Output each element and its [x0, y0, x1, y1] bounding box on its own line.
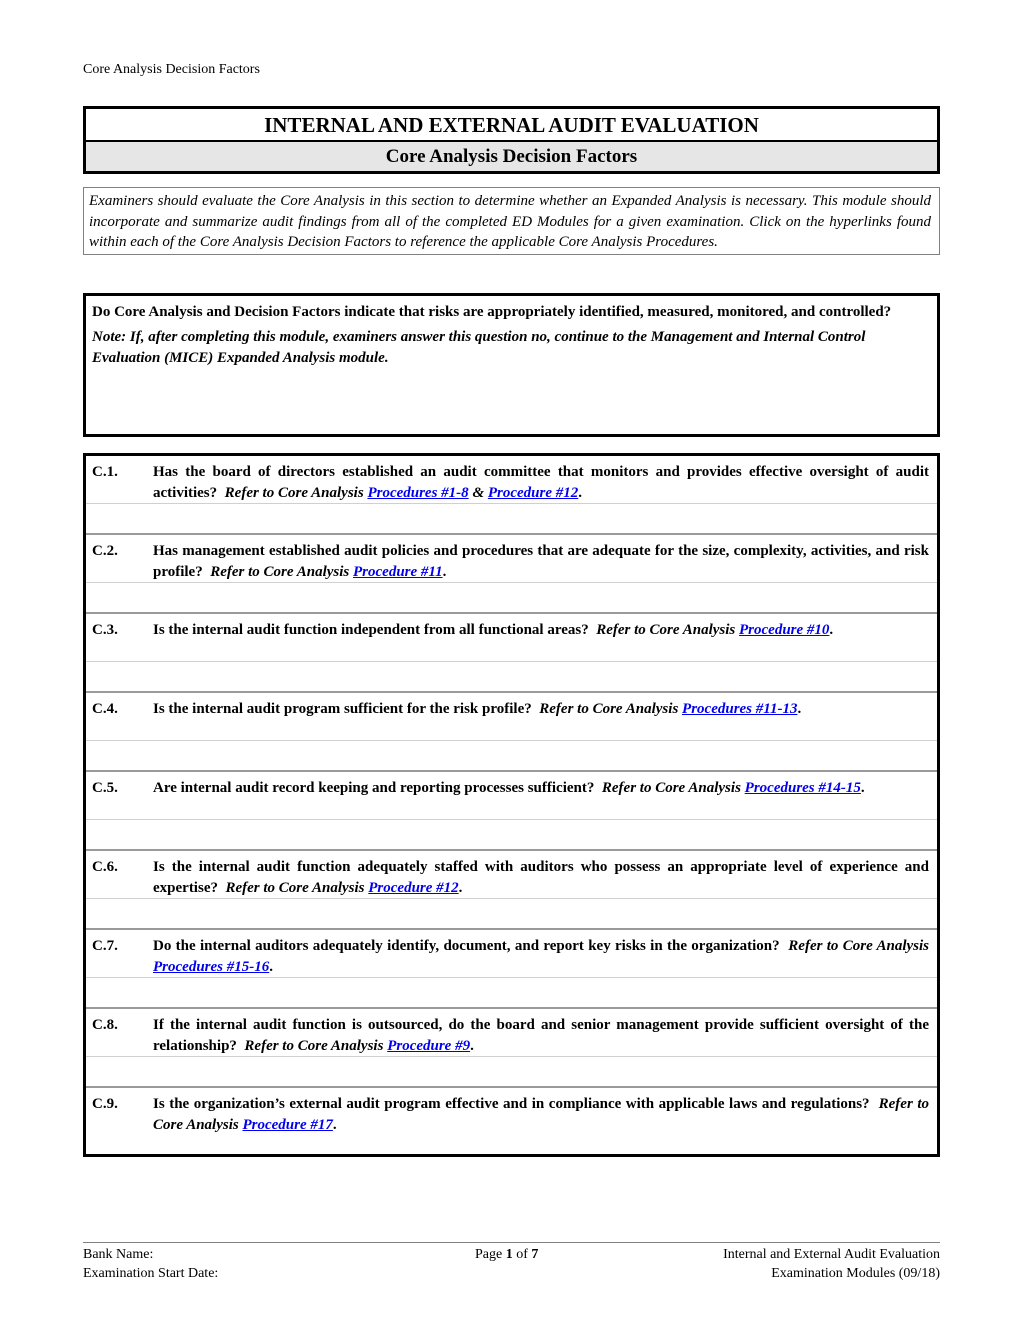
factor-question: Is the organization’s external audit pro… [153, 1096, 929, 1133]
page-of: of [516, 1247, 528, 1262]
factor-number: C.1. [92, 464, 118, 480]
procedure-link[interactable]: Procedure #17 [242, 1117, 332, 1133]
decision-factor: C.2. Has management established audit po… [86, 535, 937, 614]
factor-number: C.2. [92, 543, 118, 559]
procedure-link[interactable]: Procedure #9 [387, 1038, 470, 1054]
factor-number: C.4. [92, 701, 118, 717]
decision-factor: C.8. If the internal audit function is o… [86, 1009, 937, 1088]
factor-question: Has the board of directors established a… [153, 464, 929, 501]
module-version: Examination Modules (09/18) [771, 1266, 940, 1281]
document-title: INTERNAL AND EXTERNAL AUDIT EVALUATION [86, 109, 937, 142]
procedure-link[interactable]: Procedures #1-8 [367, 485, 468, 501]
procedure-link[interactable]: Procedure #11 [353, 564, 443, 580]
factor-question-text: Do the internal auditors adequately iden… [153, 938, 780, 954]
procedure-link[interactable]: Procedures #14-15 [745, 780, 861, 796]
factor-question: Is the internal audit function adequatel… [153, 859, 929, 896]
overall-question: Do Core Analysis and Decision Factors in… [92, 304, 892, 320]
overall-question-box[interactable]: Do Core Analysis and Decision Factors in… [83, 293, 940, 437]
intro-instructions: Examiners should evaluate the Core Analy… [83, 187, 940, 255]
factor-number: C.9. [92, 1096, 118, 1112]
answer-row-divider [86, 582, 937, 583]
decision-factor: C.7. Do the internal auditors adequately… [86, 930, 937, 1009]
answer-row-divider [86, 503, 937, 504]
refer-text: Refer to Core Analysis [224, 485, 364, 501]
answer-row-divider [86, 661, 937, 662]
procedure-link[interactable]: Procedure #12 [488, 485, 578, 501]
title-box: INTERNAL AND EXTERNAL AUDIT EVALUATION C… [83, 106, 940, 174]
procedure-link[interactable]: Procedures #15-16 [153, 959, 269, 975]
factor-question: Has management established audit policie… [153, 543, 929, 580]
factor-question: Is the internal audit program sufficient… [153, 701, 802, 717]
factor-question-text: Is the internal audit function independe… [153, 622, 589, 638]
refer-text: Refer to Core Analysis [601, 780, 741, 796]
refer-text: Refer to Core Analysis [596, 622, 736, 638]
procedure-link[interactable]: Procedure #12 [368, 880, 458, 896]
page-total: 7 [531, 1247, 539, 1262]
procedure-link[interactable]: Procedures #11-13 [682, 701, 797, 717]
refer-text: Refer to Core Analysis [225, 880, 365, 896]
decision-factors-table: C.1. Has the board of directors establis… [83, 453, 940, 1157]
factor-number: C.5. [92, 780, 118, 796]
refer-text: Refer to Core Analysis [210, 564, 350, 580]
page-current: 1 [505, 1247, 513, 1262]
answer-row-divider [86, 898, 937, 899]
factor-question: If the internal audit function is outsou… [153, 1017, 929, 1054]
factor-number: C.3. [92, 622, 118, 638]
answer-row-divider [86, 740, 937, 741]
decision-factor: C.3. Is the internal audit function inde… [86, 614, 937, 693]
decision-factor: C.5. Are internal audit record keeping a… [86, 772, 937, 851]
decision-factor: C.9. Is the organization’s external audi… [86, 1088, 937, 1154]
page-word: Page [475, 1247, 503, 1262]
refer-text: Refer to Core Analysis [539, 701, 679, 717]
refer-text: Refer to Core Analysis [788, 938, 929, 954]
overall-question-note: Note: If, after completing this module, … [92, 329, 866, 366]
decision-factor: C.4. Is the internal audit program suffi… [86, 693, 937, 772]
factor-number: C.7. [92, 938, 118, 954]
page-footer: Bank Name: Page 1 of 7 Internal and Exte… [83, 1242, 940, 1281]
factor-question: Are internal audit record keeping and re… [153, 780, 865, 796]
factor-question-text: Is the internal audit program sufficient… [153, 701, 532, 717]
answer-row-divider [86, 1056, 937, 1057]
procedure-link[interactable]: Procedure #10 [739, 622, 829, 638]
decision-factor: C.1. Has the board of directors establis… [86, 456, 937, 535]
factor-number: C.6. [92, 859, 118, 875]
refer-text: Refer to Core Analysis [244, 1038, 384, 1054]
factor-question: Is the internal audit function independe… [153, 622, 834, 638]
answer-row-divider [86, 819, 937, 820]
answer-row-divider [86, 977, 937, 978]
exam-start-date-label: Examination Start Date: [83, 1266, 219, 1281]
running-header: Core Analysis Decision Factors [83, 62, 260, 77]
decision-factor: C.6. Is the internal audit function adeq… [86, 851, 937, 930]
link-joiner: & [472, 485, 485, 501]
factor-question-text: Is the organization’s external audit pro… [153, 1096, 870, 1112]
factor-question-text: Are internal audit record keeping and re… [153, 780, 595, 796]
document-subtitle: Core Analysis Decision Factors [86, 142, 937, 171]
factor-question: Do the internal auditors adequately iden… [153, 938, 929, 975]
factor-number: C.8. [92, 1017, 118, 1033]
